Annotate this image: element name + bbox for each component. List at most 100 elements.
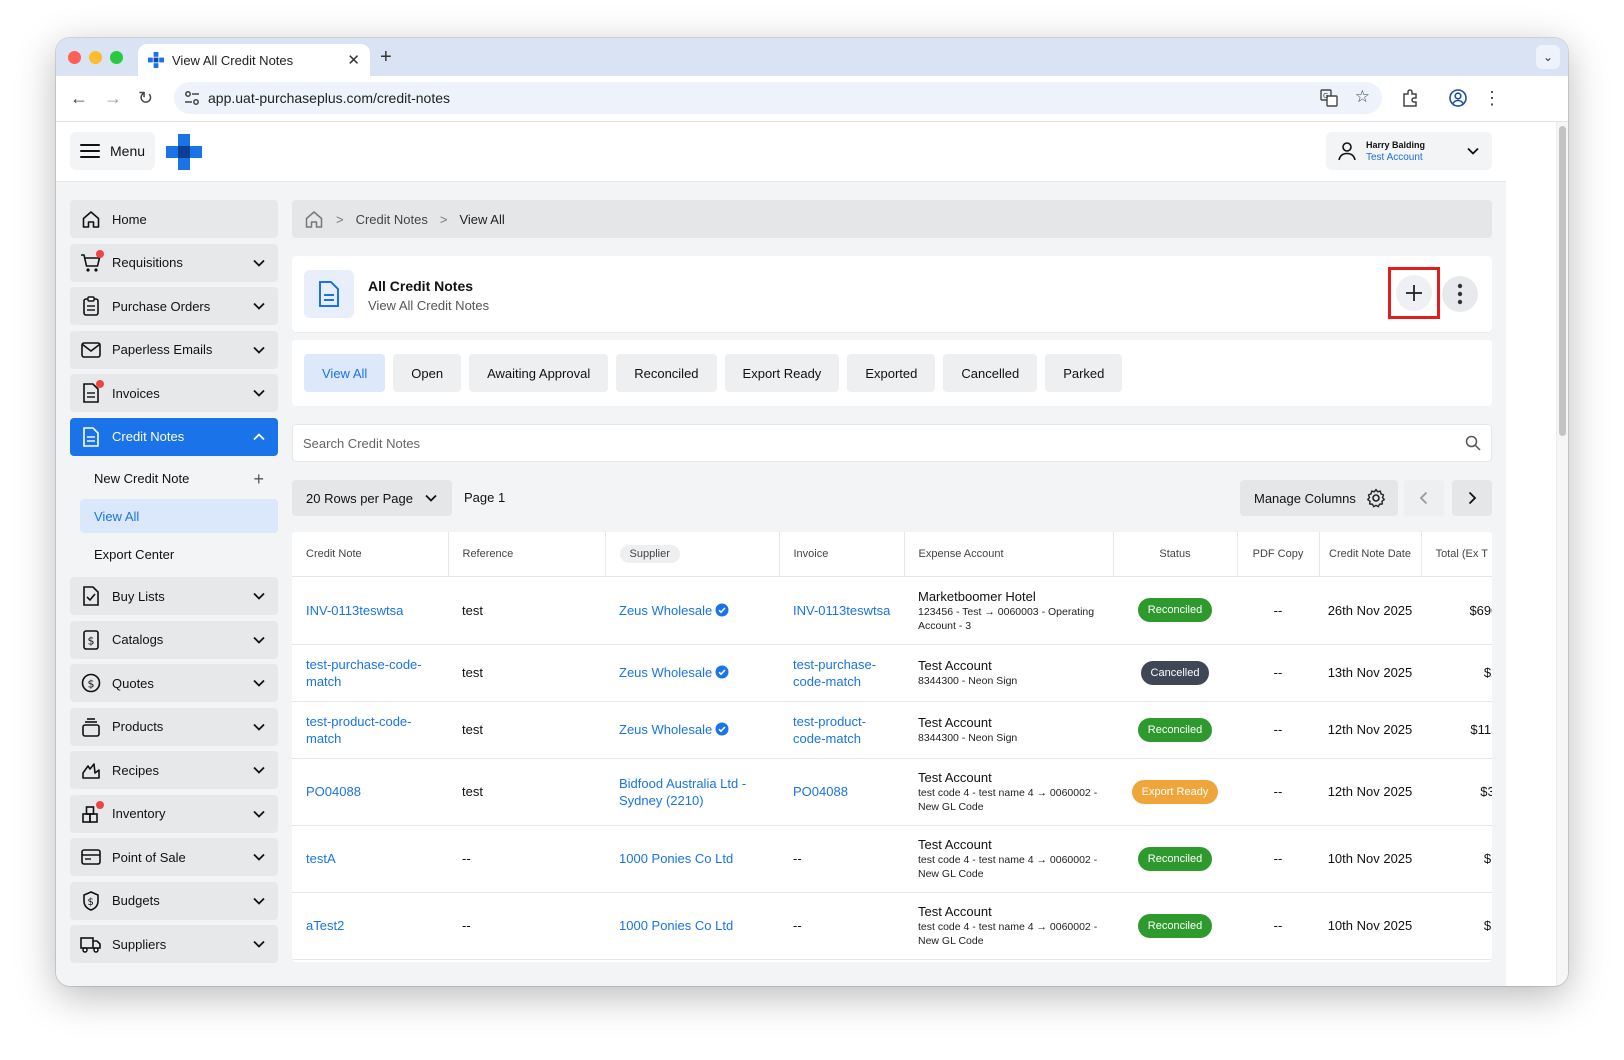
column-header[interactable]: Reference xyxy=(448,532,606,577)
table-row[interactable]: testA -- 1000 Ponies Co Ltd -- Test Account t… xyxy=(292,825,1492,893)
filter-awaiting-approval[interactable]: Awaiting Approval xyxy=(469,354,609,392)
user-menu-button[interactable]: Harry Balding Test Account xyxy=(1326,132,1492,170)
sidebar-item-quotes[interactable]: $ Quotes xyxy=(70,664,278,702)
browser-menu-icon[interactable]: ⋮ xyxy=(1482,88,1502,108)
sidebar-item-purchase-orders[interactable]: Purchase Orders xyxy=(70,287,278,325)
translate-icon[interactable]: G xyxy=(1320,89,1338,107)
back-icon[interactable]: ← xyxy=(70,88,88,109)
supplier-link[interactable]: 1000 Ponies Co Ltd xyxy=(619,851,733,866)
column-header[interactable]: Total (Ex T xyxy=(1421,532,1492,577)
manage-columns-button[interactable]: Manage Columns xyxy=(1240,480,1398,516)
table-row[interactable]: INV-0113teswtsa test Zeus Wholesale INV-011… xyxy=(292,576,1492,645)
invoice-link[interactable]: test-purchase-code-match xyxy=(779,644,904,702)
column-header[interactable]: Invoice xyxy=(779,532,905,577)
sidebar-item-requisitions[interactable]: Requisitions xyxy=(70,243,278,282)
chevron-down-icon xyxy=(253,636,265,644)
sidebar-item-recipes[interactable]: Recipes xyxy=(70,751,278,789)
credit-note-link[interactable]: test-product-code-match xyxy=(292,701,448,759)
sidebar-sub-export-center[interactable]: Export Center xyxy=(80,537,278,571)
sidebar-sub-new-credit-note[interactable]: New Credit Note + xyxy=(80,461,278,495)
column-header[interactable]: Credit Note xyxy=(292,532,449,577)
table-row[interactable]: aTest2 -- 1000 Ponies Co Ltd -- Test Account… xyxy=(292,892,1492,960)
filter-export-ready[interactable]: Export Ready xyxy=(724,354,840,392)
supplier-header-pill[interactable]: Supplier xyxy=(619,544,680,563)
sidebar-item-credit-notes[interactable]: Credit Notes xyxy=(70,417,278,456)
home-icon[interactable] xyxy=(304,209,324,229)
invoice-icon xyxy=(80,380,104,404)
column-header[interactable]: Supplier xyxy=(605,532,780,577)
expense-account-cell: Test Account test code 4 - test name 4 → … xyxy=(904,758,1113,826)
credit-note-link[interactable]: test-purchase-code-match xyxy=(292,644,448,702)
scrollbar-thumb[interactable] xyxy=(1559,126,1566,436)
add-credit-note-button[interactable] xyxy=(1396,275,1432,311)
page-scrollbar[interactable] xyxy=(1556,122,1568,986)
site-settings-icon[interactable] xyxy=(184,90,200,106)
table-row[interactable]: PO04088 test Bidfood Australia Ltd - Sydne… xyxy=(292,758,1492,826)
sidebar-item-products[interactable]: Products xyxy=(70,707,278,746)
sidebar-item-catalogs[interactable]: $ Catalogs xyxy=(70,620,278,659)
search-input[interactable] xyxy=(293,425,1491,461)
credit-note-link[interactable]: aTest2 xyxy=(292,892,448,960)
next-page-button[interactable] xyxy=(1452,480,1492,516)
table-row[interactable]: test-purchase-code-match test Zeus Wholesa… xyxy=(292,644,1492,702)
plus-icon xyxy=(1406,285,1422,301)
sidebar-item-inventory[interactable]: Inventory xyxy=(70,794,278,833)
column-header[interactable]: PDF Copy xyxy=(1237,532,1320,577)
sidebar-item-suppliers[interactable]: Suppliers xyxy=(70,925,278,963)
invoice-link[interactable]: PO04088 xyxy=(779,758,904,826)
sidebar-item-budgets[interactable]: $ Budgets xyxy=(70,881,278,920)
rows-per-page-select[interactable]: 20 Rows per Page xyxy=(292,480,452,516)
invoice-link[interactable]: INV-0113teswtsa xyxy=(779,576,904,645)
invoice-link[interactable]: test-product-code-match xyxy=(779,701,904,759)
notification-dot xyxy=(96,249,104,258)
address-bar[interactable]: app.uat-purchaseplus.com/credit-notes G … xyxy=(174,82,1382,114)
plus-icon[interactable]: + xyxy=(253,469,264,490)
credit-note-link[interactable]: INV-0113teswtsa xyxy=(292,576,448,645)
column-header[interactable]: Expense Account xyxy=(904,532,1114,577)
filter-open[interactable]: Open xyxy=(393,354,462,392)
filter-parked[interactable]: Parked xyxy=(1045,354,1123,392)
reload-icon[interactable]: ↻ xyxy=(138,88,153,109)
browser-tab[interactable]: View All Credit Notes ✕ xyxy=(138,44,370,76)
supplier-link[interactable]: 1000 Ponies Co Ltd xyxy=(619,918,733,933)
new-tab-icon[interactable]: + xyxy=(380,46,392,69)
page-number: Page 1 xyxy=(464,490,506,505)
purchaseplus-logo[interactable] xyxy=(166,134,202,170)
sidebar-item-invoices[interactable]: Invoices xyxy=(70,374,278,412)
search-bar xyxy=(292,424,1492,462)
menu-button[interactable]: Menu xyxy=(70,132,155,170)
filter-cancelled[interactable]: Cancelled xyxy=(943,354,1038,392)
sidebar-item-paperless-emails[interactable]: Paperless Emails xyxy=(70,330,278,369)
sidebar-item-home[interactable]: Home xyxy=(70,200,278,238)
minimize-window-button[interactable] xyxy=(89,51,102,64)
previous-page-button[interactable] xyxy=(1404,480,1444,516)
sidebar-sub-view-all[interactable]: View All xyxy=(80,499,278,533)
app-viewport: Menu Harry Balding Test Account Home Req… xyxy=(56,122,1506,986)
supplier-link[interactable]: Zeus Wholesale xyxy=(619,665,712,680)
supplier-link[interactable]: Zeus Wholesale xyxy=(619,603,712,618)
breadcrumb-credit-notes[interactable]: Credit Notes xyxy=(356,212,428,227)
reference-cell: test xyxy=(448,576,605,645)
filter-view-all[interactable]: View All xyxy=(304,354,386,392)
more-options-button[interactable] xyxy=(1442,276,1478,312)
column-header[interactable]: Credit Note Date xyxy=(1319,532,1422,577)
profile-icon[interactable] xyxy=(1448,88,1468,108)
filter-exported[interactable]: Exported xyxy=(847,354,936,392)
forward-icon[interactable]: → xyxy=(104,88,122,109)
supplier-link[interactable]: Zeus Wholesale xyxy=(619,722,712,737)
credit-note-link[interactable]: PO04088 xyxy=(292,758,448,826)
credit-note-link[interactable]: testA xyxy=(292,825,448,893)
table-row[interactable]: test-product-code-match test Zeus Wholesal… xyxy=(292,701,1492,759)
sidebar-item-buy-lists[interactable]: Buy Lists xyxy=(70,577,278,615)
bookmark-star-icon[interactable]: ☆ xyxy=(1355,87,1370,107)
column-header[interactable]: Status xyxy=(1113,532,1238,577)
maximize-window-button[interactable] xyxy=(110,51,123,64)
search-icon[interactable] xyxy=(1465,435,1481,451)
filter-reconciled[interactable]: Reconciled xyxy=(616,354,717,392)
close-tab-icon[interactable]: ✕ xyxy=(347,51,360,69)
supplier-link[interactable]: Bidfood Australia Ltd - Sydney (2210) xyxy=(619,776,746,808)
tab-search-icon[interactable]: ⌄ xyxy=(1536,45,1560,69)
close-window-button[interactable] xyxy=(68,51,81,64)
sidebar-item-point-of-sale[interactable]: Point of Sale xyxy=(70,838,278,876)
extensions-icon[interactable] xyxy=(1400,88,1420,108)
